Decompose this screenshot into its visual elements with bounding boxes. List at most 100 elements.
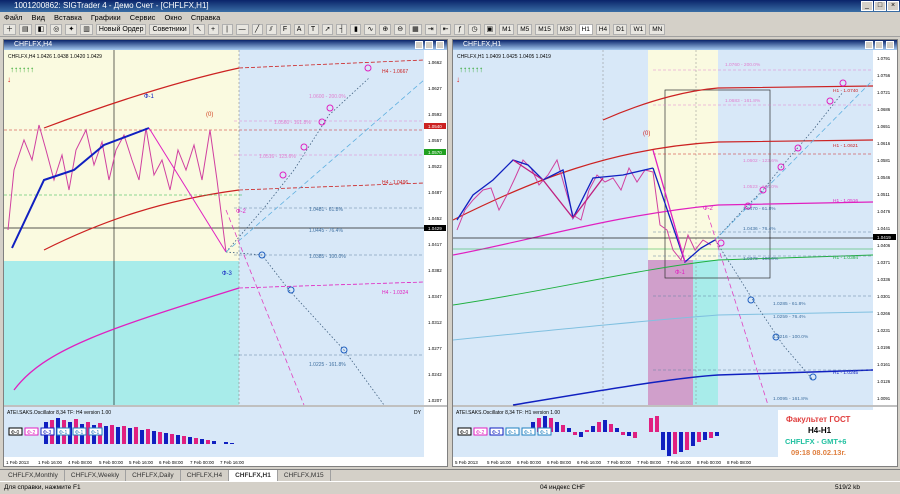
tab-h4[interactable]: CHFLFX,H4 (181, 470, 230, 481)
right-time-tick: 8 Feb 08:00 (727, 460, 752, 465)
zoom-in-icon[interactable]: ⊕ (379, 24, 392, 35)
templates-icon[interactable]: ▣ (483, 24, 497, 35)
right-chart-canvas[interactable]: CHFLFX,H1 1.0409 1.0425 1.0405 1.0419 ↑↑… (453, 50, 897, 466)
watermark-school: Факультет ГОСТ (786, 415, 851, 424)
zoom-out-icon[interactable]: ⊖ (394, 24, 407, 35)
market-watch-icon[interactable]: ◧ (34, 24, 48, 35)
new-chart-icon[interactable]: ＋ (3, 24, 16, 35)
right-chart-titlebar[interactable]: CHFLFX,H1 (453, 40, 897, 50)
right-price-tick: 1.0651 (877, 124, 891, 129)
close-button[interactable]: × (887, 1, 899, 11)
left-chart-window[interactable]: CHFLFX,H4 CHFLFX,H4 1.0426 1.0438 1.0420… (3, 39, 448, 467)
left-level-label-8: 1.0225 - 161.8% (309, 362, 346, 368)
tile-icon[interactable]: ▦ (409, 24, 422, 35)
tf-h1[interactable]: H1 (578, 24, 593, 35)
left-chart-svg[interactable]: CHFLFX,H4 1.0426 1.0438 1.0420 1.0429 ↑↑… (4, 50, 447, 466)
line-chart-icon[interactable]: ∿ (364, 24, 377, 35)
label-icon[interactable]: T (307, 24, 319, 35)
channel-icon[interactable]: ⫽ (265, 24, 277, 35)
left-close-icon[interactable] (436, 41, 444, 49)
app-title: 1001200862: SIGTrader 4 - Демо Счет - [C… (14, 1, 209, 10)
right-level-label: 1.0259 - 76.4% (773, 314, 806, 320)
autoscroll-icon[interactable]: ⇥ (424, 24, 437, 35)
left-price-tick: 1.0557 (428, 138, 442, 143)
watermark-datetime: 09:18 08.02.13г. (791, 448, 846, 457)
right-chart-window[interactable]: CHFLFX,H1 CHFLFX,H1 1.0409 1.0425 1.0405… (452, 39, 898, 467)
left-chart-info: CHFLFX,H4 1.0426 1.0438 1.0420 1.0429 (8, 54, 102, 60)
new-order-button[interactable]: Новый Ордер (95, 24, 147, 35)
left-price-tick: 1.0347 (428, 294, 442, 299)
menu-file[interactable]: Файл (4, 12, 22, 23)
maximize-button[interactable]: □ (874, 1, 886, 11)
right-chart-svg[interactable]: CHFLFX,H1 1.0409 1.0425 1.0405 1.0419 ↑↑… (453, 50, 897, 466)
right-maximize-icon[interactable] (875, 41, 883, 49)
tf-m30[interactable]: M30 (556, 24, 576, 35)
tf-m1[interactable]: M1 (499, 24, 515, 35)
watermark-symbol: CHFLFX - GMT+6 (785, 437, 846, 446)
tf-h4[interactable]: H4 (595, 24, 611, 35)
right-minimize-icon[interactable] (865, 41, 873, 49)
watermark-timeframes: H4-H1 (808, 426, 832, 435)
menu-view[interactable]: Вид (31, 12, 45, 23)
left-chart-titlebar[interactable]: CHFLFX,H4 (4, 40, 447, 50)
right-price-tick: 1.0336 (877, 277, 891, 282)
menu-charts[interactable]: Графики (91, 12, 121, 23)
menu-help[interactable]: Справка (191, 12, 220, 23)
fibo-icon[interactable]: F (279, 24, 291, 35)
left-price-tick: 1.0207 (428, 398, 442, 403)
bar-chart-icon[interactable]: ┤ (336, 24, 348, 35)
arrows-icon[interactable]: ➚ (321, 24, 334, 35)
right-level-label: 1.0436 - 76.4% (743, 226, 776, 232)
left-level-label-9: 1.0516 - 123.6% (259, 154, 296, 160)
right-wave-label-0: (0) (643, 131, 650, 137)
advisors-button[interactable]: Советники (149, 24, 190, 35)
horizontal-line-icon[interactable]: — (235, 24, 249, 35)
tab-h1[interactable]: CHFLFX,H1 (229, 470, 278, 481)
left-time-tick: 7 Feb 00:00 (190, 460, 215, 465)
profiles-icon[interactable]: ▤ (19, 24, 32, 35)
right-time-tick: 5 Feb 16:00 (487, 460, 512, 465)
vertical-line-icon[interactable]: | (221, 24, 233, 35)
left-time-tick: 1 Feb 16:00 (38, 460, 63, 465)
crosshair-icon[interactable]: + (207, 24, 219, 35)
indicators-icon[interactable]: ƒ (454, 24, 466, 35)
right-price-tick: 1.0126 (877, 379, 891, 384)
tf-m5[interactable]: M5 (517, 24, 533, 35)
status-profile: 04 индекс CHF (540, 484, 585, 491)
chart-tabs: CHFLFX,Monthly CHFLFX,Weekly CHFLFX,Dail… (0, 469, 900, 481)
left-red-price-text: 1.0540 (428, 124, 442, 129)
tf-m15[interactable]: M15 (535, 24, 554, 35)
left-maximize-icon[interactable] (425, 41, 433, 49)
right-level-label: H1 - 1.0516 (833, 198, 858, 204)
menu-tools[interactable]: Сервис (130, 12, 156, 23)
tf-d1[interactable]: D1 (613, 24, 628, 35)
tab-monthly[interactable]: CHFLFX,Monthly (2, 470, 65, 481)
terminal-icon[interactable]: ▥ (80, 24, 93, 35)
menu-insert[interactable]: Вставка (54, 12, 82, 23)
minimize-button[interactable]: _ (861, 1, 873, 11)
left-chart-canvas[interactable]: CHFLFX,H4 1.0426 1.0438 1.0420 1.0429 ↑↑… (4, 50, 447, 466)
tab-m15[interactable]: CHFLFX,M15 (278, 470, 331, 481)
tab-weekly[interactable]: CHFLFX,Weekly (65, 470, 127, 481)
shift-icon[interactable]: ⇤ (439, 24, 452, 35)
right-phase-btn-label: Ф-0 (460, 430, 468, 436)
trendline-icon[interactable]: ╱ (251, 24, 263, 35)
left-price-tick: 1.0242 (428, 372, 442, 377)
data-window-icon[interactable]: ◎ (50, 24, 63, 35)
periods-icon[interactable]: ◷ (468, 24, 481, 35)
menu-window[interactable]: Окно (164, 12, 181, 23)
text-icon[interactable]: A (293, 24, 305, 35)
left-minimize-icon[interactable] (415, 41, 423, 49)
tf-mn[interactable]: MN (649, 24, 666, 35)
navigator-icon[interactable]: ✦ (65, 24, 78, 35)
tf-w1[interactable]: W1 (630, 24, 647, 35)
right-price-axis[interactable] (873, 50, 897, 466)
left-price-tick: 1.0277 (428, 346, 442, 351)
right-level-label: 1.0470 - 61.8% (743, 206, 776, 212)
status-traffic: 519/2 kb (835, 484, 860, 491)
right-level-label: 1.0378 - 100.0% (743, 256, 779, 262)
right-close-icon[interactable] (886, 41, 894, 49)
cursor-icon[interactable]: ↖ (192, 24, 205, 35)
candles-icon[interactable]: ▮ (350, 24, 362, 35)
tab-daily[interactable]: CHFLFX,Daily (126, 470, 181, 481)
